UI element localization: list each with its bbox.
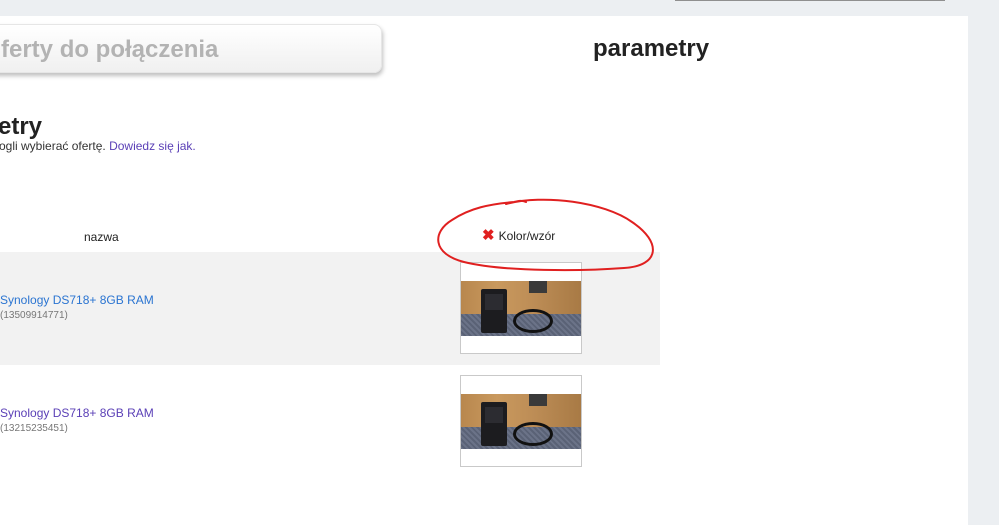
table-row: Synology DS718+ 8GB RAM (13509914771) [0, 252, 660, 365]
column-header-name: nazwa [84, 230, 119, 244]
nas-photo-image [461, 394, 581, 449]
table-row: Synology DS718+ 8GB RAM (13215235451) [0, 365, 660, 478]
learn-more-link[interactable]: Dowiedz się jak. [109, 139, 196, 153]
column-header-color-pattern[interactable]: ✖ Kolor/wzór [482, 228, 556, 243]
section-description-text: ogli wybierać ofertę. [0, 139, 106, 153]
offer-title-link[interactable]: Synology DS718+ 8GB RAM [0, 406, 154, 420]
tab-parameters[interactable]: parametry [593, 35, 709, 63]
remove-x-icon[interactable]: ✖ [482, 228, 495, 243]
offer-title-link[interactable]: Synology DS718+ 8GB RAM [0, 293, 154, 307]
section-description: ogli wybierać ofertę. Dowiedz się jak. [0, 139, 196, 153]
offer-thumbnail[interactable] [460, 262, 582, 354]
top-search-field[interactable] [675, 0, 945, 1]
main-panel: ferty do połączenia parametry etry ogli … [0, 16, 968, 525]
section-title: etry [0, 113, 43, 140]
column-header-color-pattern-label: Kolor/wzór [498, 229, 556, 243]
offer-thumbnail[interactable] [460, 375, 582, 467]
offer-id: (13215235451) [0, 423, 68, 434]
nas-photo-image [461, 281, 581, 336]
offer-id: (13509914771) [0, 310, 68, 321]
tab-offers-to-merge[interactable]: ferty do połączenia [0, 24, 382, 73]
tab-offers-to-merge-label: ferty do połączenia [1, 36, 219, 63]
